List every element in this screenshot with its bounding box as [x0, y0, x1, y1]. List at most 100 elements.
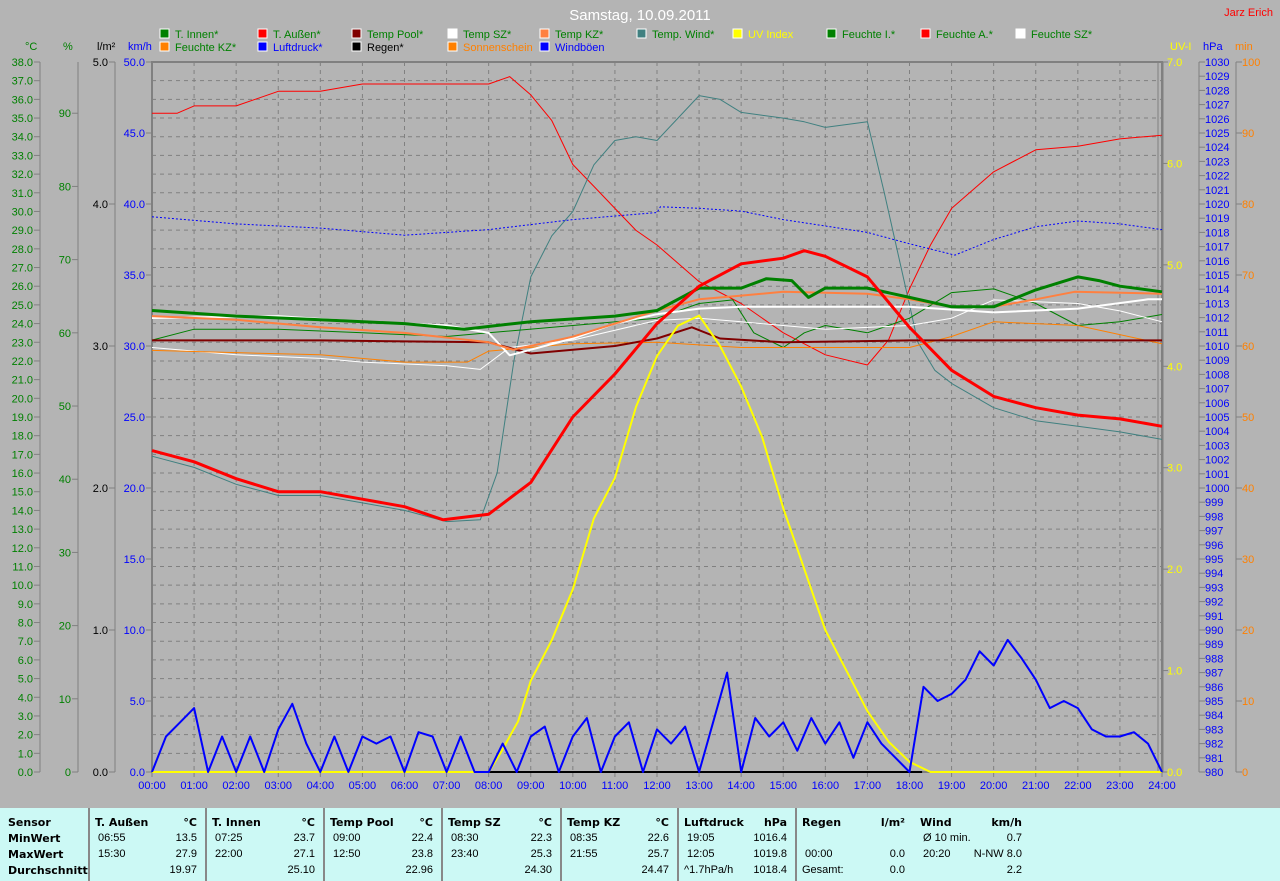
axis-tick-label-C: 25.0 [12, 300, 33, 312]
axis-tick-label-lm2: 2.0 [93, 483, 108, 495]
axis-tick-label-pct: 10 [59, 694, 71, 706]
axis-tick-label-C: 3.0 [18, 711, 33, 723]
axis-tick-label-hpa: 1014 [1205, 284, 1229, 296]
axis-tick-label-min: 70 [1242, 270, 1254, 282]
legend-label: Temp. Wind* [652, 29, 715, 41]
row-label-min: MinWert [8, 832, 61, 845]
axis-tick-label-pct: 80 [59, 181, 71, 193]
min-value: 22.3 [530, 832, 552, 844]
column-unit: km/h [991, 816, 1022, 829]
legend-swatch [732, 28, 743, 39]
axis-tick-label-hpa: 982 [1205, 739, 1223, 751]
x-tick-label: 21:00 [1022, 780, 1050, 792]
axis-tick-label-pct: 30 [59, 547, 71, 559]
axis-tick-label-kmh: 30.0 [124, 341, 145, 353]
axis-tick-label-pct: 20 [59, 621, 71, 633]
x-tick-label: 15:00 [769, 780, 797, 792]
author-label: Jarz Erich [1224, 7, 1273, 19]
axis-tick-label-kmh: 5.0 [130, 696, 145, 708]
axis-tick-label-hpa: 1007 [1205, 384, 1229, 396]
axis-tick-label-hpa: 1003 [1205, 440, 1229, 452]
axis-tick-label-hpa: 1020 [1205, 199, 1229, 211]
legend-label: Regen* [367, 42, 404, 54]
x-tick-label: 11:00 [602, 780, 629, 792]
axis-tick-label-C: 35.0 [12, 113, 33, 125]
x-tick-label: 22:00 [1064, 780, 1092, 792]
axis-tick-label-C: 2.0 [18, 730, 33, 742]
axis-tick-label-C: 23.0 [12, 337, 33, 349]
axis-tick-label-C: 13.0 [12, 524, 33, 536]
column-unit: °C [301, 816, 315, 829]
axis-tick-label-C: 15.0 [12, 487, 33, 499]
legend-swatch [447, 28, 458, 39]
legend-swatch [351, 28, 362, 39]
axis-tick-label-hpa: 1025 [1205, 128, 1229, 140]
max-value: 23.8 [411, 848, 433, 860]
series-line-temp-pool [152, 326, 1162, 355]
weather-chart: Samstag, 10.09.2011 Jarz Erich T. Innen* T.… [12, 7, 1273, 792]
axis-unit-uv: UV-I [1170, 41, 1191, 53]
axis-tick-label-hpa: 1008 [1205, 369, 1229, 381]
column-unit: l/m² [880, 816, 905, 829]
avg-value: 0.0 [889, 864, 905, 876]
axis-tick-label-lm2: 1.0 [93, 625, 108, 637]
x-tick-label: 04:00 [307, 780, 335, 792]
axis-tick-label-C: 22.0 [12, 356, 33, 368]
axis-tick-label-hpa: 983 [1205, 724, 1223, 736]
axis-tick-label-hpa: 1017 [1205, 242, 1229, 254]
axis-tick-label-hpa: 1019 [1205, 213, 1229, 225]
axis-tick-label-C: 12.0 [12, 543, 33, 555]
axis-tick-label-C: 11.0 [12, 561, 33, 573]
axis-tick-label-hpa: 989 [1205, 639, 1223, 651]
axis-tick-label-C: 38.0 [12, 57, 33, 69]
avg-value: 19.97 [169, 864, 197, 876]
axis-tick-label-pct: 70 [59, 255, 71, 267]
axis-tick-label-hpa: 981 [1205, 753, 1223, 765]
axis-tick-label-C: 32.0 [12, 169, 33, 181]
axis-tick-label-min: 20 [1242, 625, 1254, 637]
min-value: 0.7 [1006, 832, 1022, 844]
legend-swatch [826, 28, 837, 39]
x-tick-label: 12:00 [643, 780, 671, 792]
legend-swatch [159, 41, 170, 52]
legend-swatch [539, 41, 550, 52]
axis-tick-label-C: 28.0 [12, 244, 33, 256]
axis-tick-label-hpa: 1018 [1205, 227, 1229, 239]
axis-tick-label-min: 30 [1242, 554, 1254, 566]
axis-tick-label-C: 6.0 [18, 655, 33, 667]
avg-value: 24.47 [641, 864, 669, 876]
min-value: 22.4 [411, 832, 433, 844]
legend-label: Feuchte KZ* [175, 42, 237, 54]
max-value: 27.9 [175, 848, 197, 860]
axis-tick-label-uv: 5.0 [1167, 260, 1182, 272]
x-tick-label: 14:00 [727, 780, 755, 792]
max-value: N-NW 8.0 [973, 848, 1022, 860]
axis-tick-label-C: 29.0 [12, 225, 33, 237]
axis-tick-label-hpa: 1010 [1205, 341, 1229, 353]
axis-tick-label-hpa: 1001 [1205, 469, 1229, 481]
axis-tick-label-C: 31.0 [12, 188, 33, 200]
axis-tick-label-hpa: 1005 [1205, 412, 1229, 424]
axis-tick-label-hpa: 993 [1205, 582, 1223, 594]
column-unit: °C [419, 816, 433, 829]
axis-tick-label-C: 5.0 [18, 674, 33, 686]
max-value: 25.3 [530, 848, 552, 860]
axis-tick-label-min: 40 [1242, 483, 1254, 495]
axis-tick-label-kmh: 20.0 [124, 483, 145, 495]
axis-tick-label-hpa: 997 [1205, 526, 1223, 538]
axis-tick-label-uv: 2.0 [1167, 564, 1182, 576]
axis-tick-label-hpa: 996 [1205, 540, 1223, 552]
legend-label: Temp KZ* [555, 29, 604, 41]
axis-tick-label-kmh: 10.0 [124, 625, 145, 637]
legend-swatch [351, 41, 362, 52]
row-label-max: MaxWert [8, 848, 64, 861]
axis-tick-label-C: 7.0 [18, 636, 33, 648]
axis-tick-label-uv: 0.0 [1167, 767, 1182, 779]
legend-label: Windböen [555, 42, 605, 54]
axis-tick-label-hpa: 1029 [1205, 71, 1229, 83]
x-tick-label: 06:00 [391, 780, 419, 792]
axis-tick-label-hpa: 1021 [1205, 185, 1229, 197]
axis-tick-label-hpa: 988 [1205, 653, 1223, 665]
min-value: 1016.4 [753, 832, 787, 844]
x-tick-label: 01:00 [180, 780, 208, 792]
